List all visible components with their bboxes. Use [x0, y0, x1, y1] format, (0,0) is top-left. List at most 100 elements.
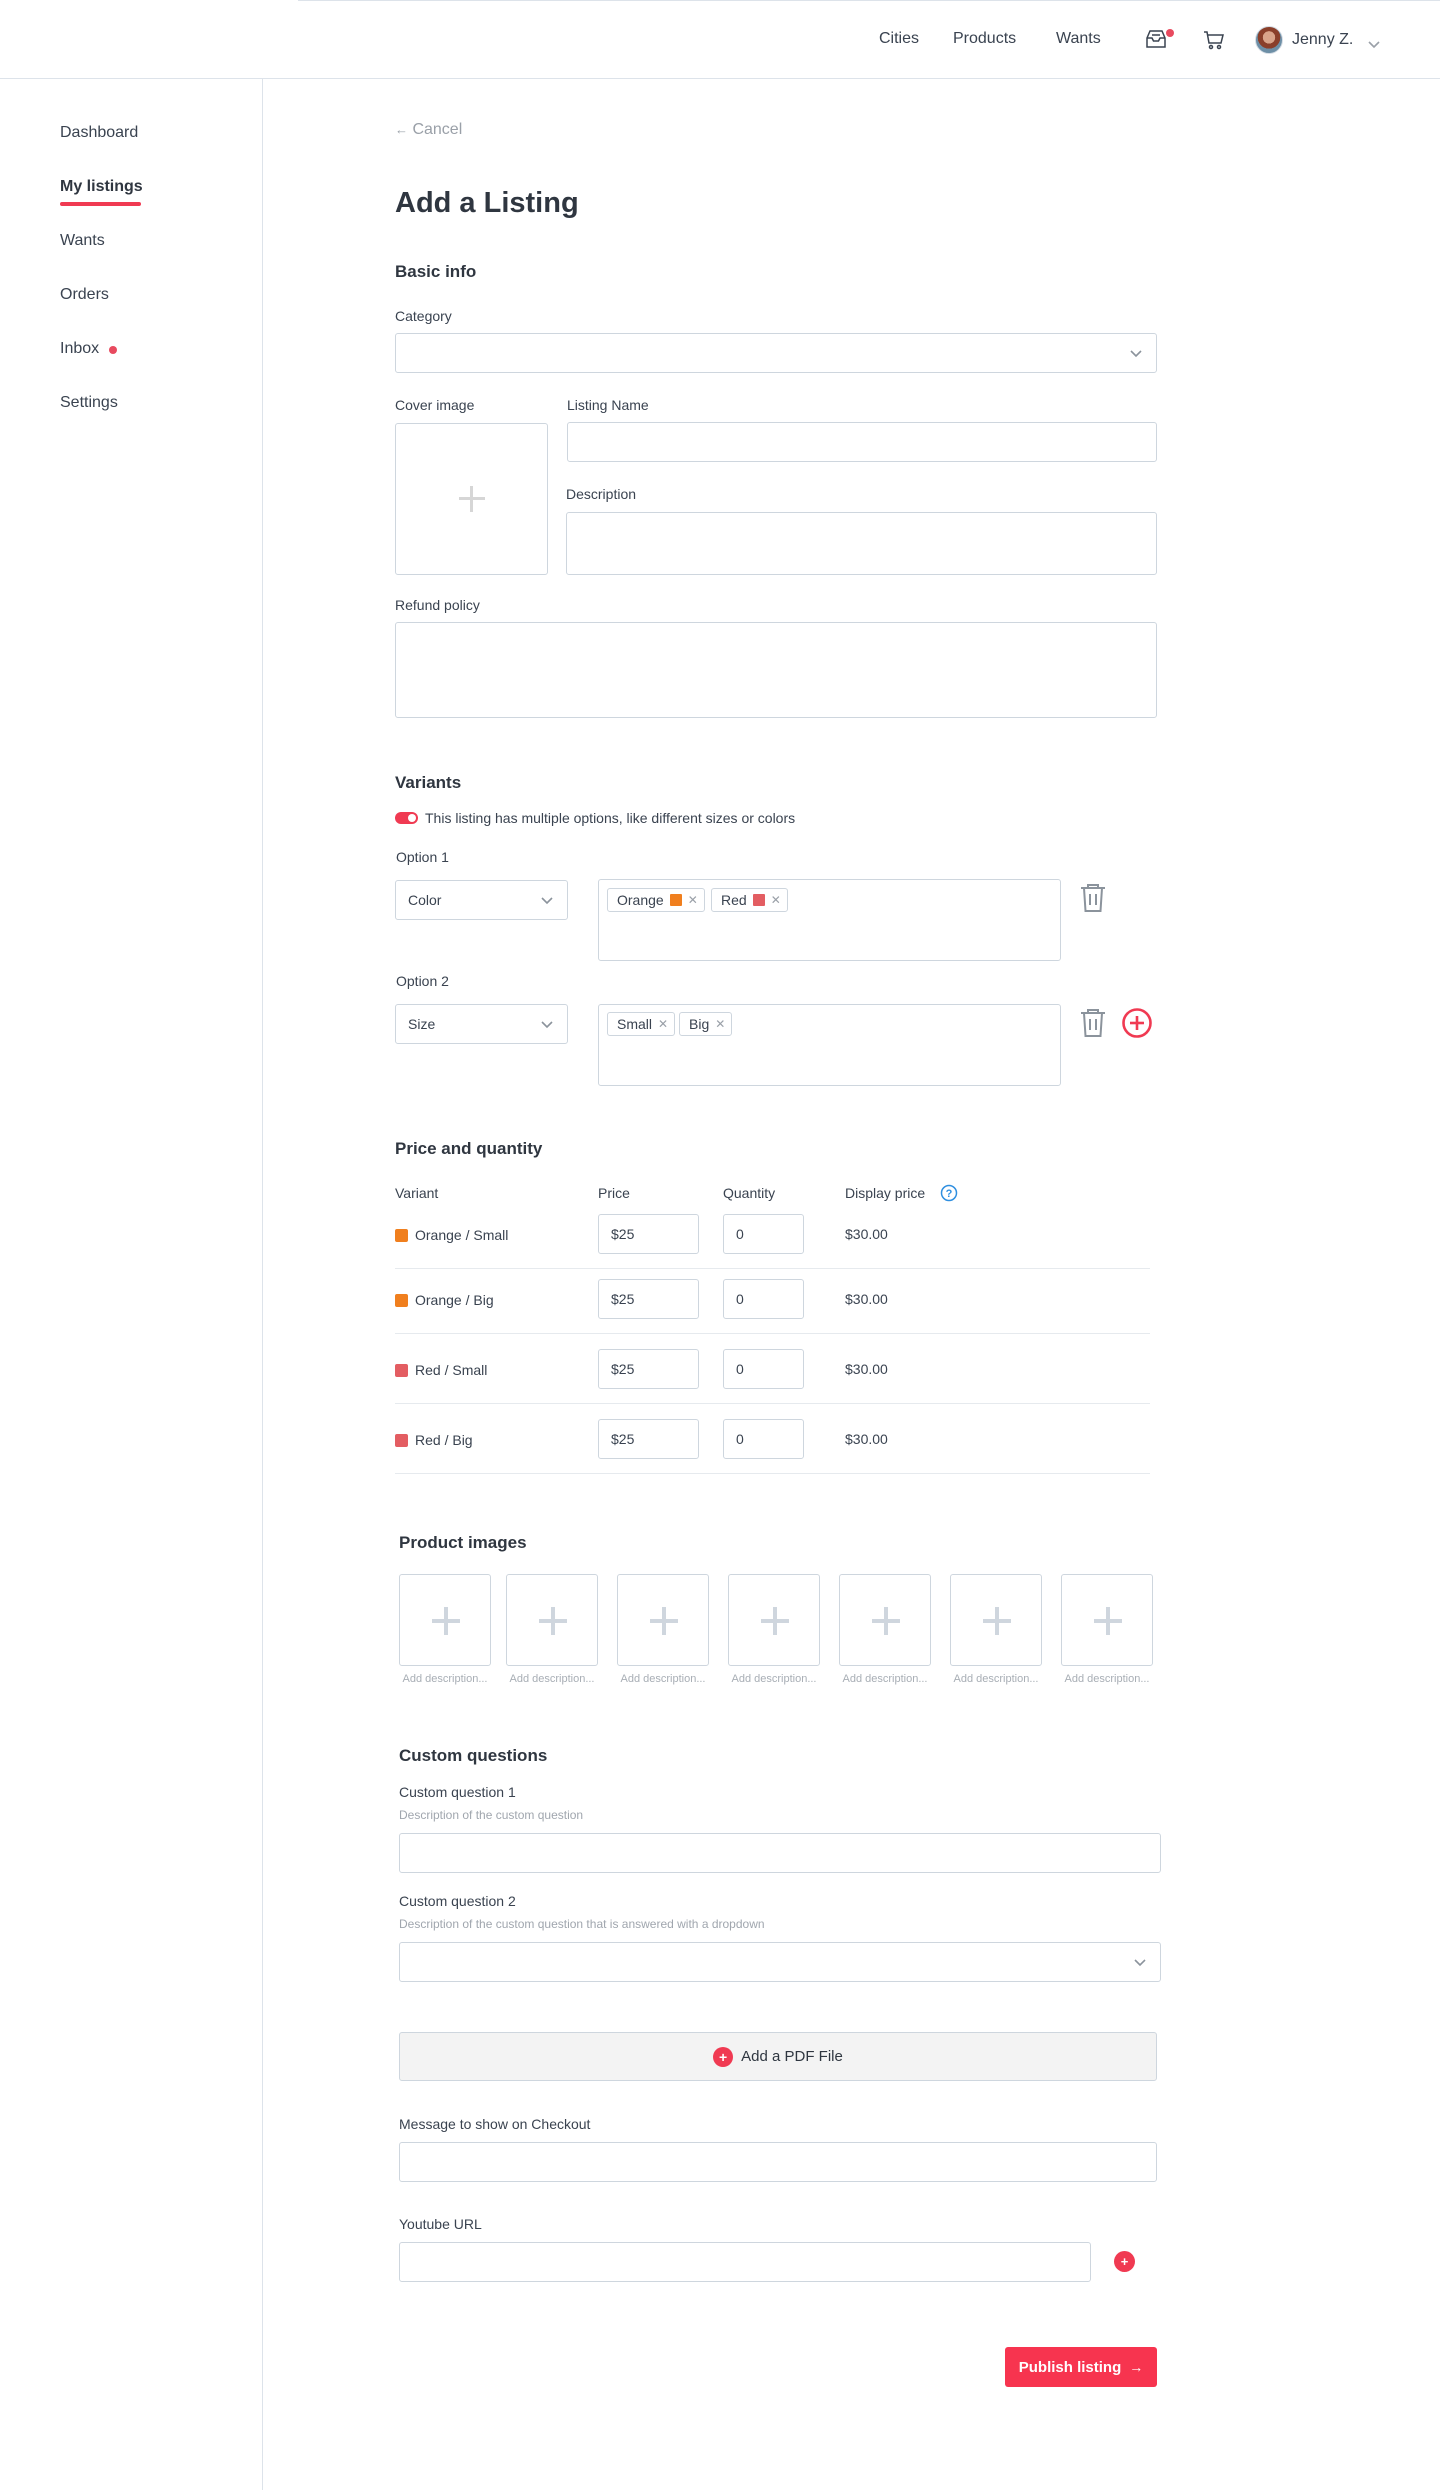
image-description-link[interactable]: Add description... [399, 1673, 491, 1685]
custom-question-2-select[interactable] [399, 1942, 1161, 1982]
inbox-badge-dot [109, 346, 117, 354]
add-option-plus-circle-icon[interactable] [1121, 1007, 1153, 1044]
sidebar-item-inbox[interactable]: Inbox [60, 340, 99, 358]
chevron-down-icon [541, 897, 553, 905]
price-input[interactable] [598, 1349, 699, 1389]
option-2-type-select[interactable]: Size [395, 1004, 568, 1044]
tag-label: Small [617, 1016, 653, 1032]
product-image-upload[interactable] [617, 1574, 709, 1666]
product-image-upload[interactable] [728, 1574, 820, 1666]
custom-question-1-input[interactable] [399, 1833, 1161, 1873]
quantity-input[interactable] [723, 1279, 804, 1319]
image-description-link[interactable]: Add description... [617, 1673, 709, 1685]
display-price: $30.00 [845, 1226, 888, 1242]
add-youtube-url-plus-icon[interactable]: + [1114, 2251, 1135, 2272]
sidebar-item-wants[interactable]: Wants [60, 232, 105, 250]
option-1-values-input[interactable]: Orange ✕ Red ✕ [598, 879, 1061, 961]
user-name[interactable]: Jenny Z. [1292, 31, 1353, 49]
price-input[interactable] [598, 1419, 699, 1459]
option-2-type-value: Size [408, 1016, 436, 1032]
basic-info-heading: Basic info [395, 262, 477, 281]
nav-link-cities[interactable]: Cities [879, 30, 919, 48]
category-select[interactable] [395, 333, 1157, 373]
display-price: $30.00 [845, 1291, 888, 1307]
image-description-link[interactable]: Add description... [506, 1673, 598, 1685]
plus-icon [459, 486, 485, 512]
remove-tag-icon[interactable]: ✕ [688, 893, 698, 907]
color-swatch [395, 1433, 408, 1447]
quantity-input[interactable] [723, 1214, 804, 1254]
remove-tag-icon[interactable]: ✕ [771, 893, 781, 907]
add-pdf-button[interactable]: + Add a PDF File [399, 2032, 1157, 2081]
tag-label: Orange [617, 892, 664, 908]
option-value-tag: Big ✕ [679, 1012, 733, 1036]
price-input[interactable] [598, 1279, 699, 1319]
variant-name: Red / Big [395, 1432, 473, 1448]
plus-icon-stroke [444, 1607, 448, 1635]
column-header-variant: Variant [395, 1185, 439, 1201]
plus-circle-icon: + [713, 2046, 734, 2067]
category-label: Category [395, 308, 452, 324]
page-title: Add a Listing [395, 187, 579, 219]
quantity-input[interactable] [723, 1419, 804, 1459]
multiple-options-toggle[interactable] [395, 812, 418, 824]
youtube-url-label: Youtube URL [399, 2216, 482, 2232]
arrow-right-icon: → [1129, 2359, 1144, 2375]
product-image-upload[interactable] [839, 1574, 931, 1666]
nav-link-wants[interactable]: Wants [1056, 30, 1101, 48]
chevron-down-icon[interactable] [1368, 36, 1380, 54]
variant-label: Orange / Big [415, 1292, 494, 1308]
image-description-link[interactable]: Add description... [1061, 1673, 1153, 1685]
sidebar-item-settings[interactable]: Settings [60, 394, 118, 412]
refund-policy-input[interactable] [395, 622, 1157, 718]
youtube-url-input[interactable] [399, 2242, 1091, 2282]
product-image-upload[interactable] [950, 1574, 1042, 1666]
color-swatch [752, 894, 765, 906]
user-avatar[interactable] [1255, 26, 1283, 54]
image-description-link[interactable]: Add description... [728, 1673, 820, 1685]
option-1-type-select[interactable]: Color [395, 880, 568, 920]
column-header-display-price: Display price [845, 1185, 926, 1201]
description-label: Description [566, 486, 637, 502]
plus-icon-stroke [551, 1607, 555, 1635]
quantity-input[interactable] [723, 1349, 804, 1389]
refund-policy-label: Refund policy [395, 597, 480, 613]
publish-label: Publish listing [1018, 2358, 1122, 2376]
nav-link-products[interactable]: Products [953, 30, 1016, 48]
column-header-quantity: Quantity [723, 1185, 776, 1201]
tag-label: Red [721, 892, 747, 908]
option-2-values-input[interactable]: Small ✕ Big ✕ [598, 1004, 1061, 1086]
svg-text:?: ? [946, 1188, 953, 1200]
plus-icon-stroke [884, 1607, 888, 1635]
variant-label: Red / Small [415, 1362, 488, 1378]
sidebar-item-dashboard[interactable]: Dashboard [60, 124, 138, 142]
sidebar-item-my-listings[interactable]: My listings [60, 178, 143, 196]
chevron-down-icon [1134, 1959, 1146, 1967]
product-image-upload[interactable] [506, 1574, 598, 1666]
option-1-type-value: Color [408, 892, 442, 908]
option-1-label: Option 1 [396, 849, 449, 865]
delete-option-2-trash-icon[interactable] [1079, 1008, 1107, 1043]
product-image-upload[interactable] [1061, 1574, 1153, 1666]
cover-image-upload[interactable] [395, 423, 548, 575]
listing-name-input[interactable] [567, 422, 1157, 462]
checkout-message-input[interactable] [399, 2142, 1157, 2182]
cancel-link[interactable]: ← Cancel [395, 121, 462, 139]
description-input[interactable] [566, 512, 1157, 575]
price-input[interactable] [598, 1214, 699, 1254]
cancel-label: Cancel [412, 121, 463, 138]
cart-icon[interactable] [1203, 30, 1225, 55]
display-price: $30.00 [845, 1361, 888, 1377]
delete-option-1-trash-icon[interactable] [1079, 883, 1107, 918]
custom-question-1-label: Custom question 1 [399, 1784, 516, 1800]
image-description-link[interactable]: Add description... [950, 1673, 1042, 1685]
active-indicator [60, 202, 141, 206]
remove-tag-icon[interactable]: ✕ [658, 1017, 668, 1031]
multiple-options-label: This listing has multiple options, like … [425, 810, 796, 826]
help-question-icon[interactable]: ? [940, 1184, 958, 1207]
image-description-link[interactable]: Add description... [839, 1673, 931, 1685]
remove-tag-icon[interactable]: ✕ [715, 1017, 725, 1031]
sidebar-item-orders[interactable]: Orders [60, 286, 109, 304]
product-image-upload[interactable] [399, 1574, 491, 1666]
publish-listing-button[interactable]: Publish listing → [1005, 2347, 1157, 2387]
